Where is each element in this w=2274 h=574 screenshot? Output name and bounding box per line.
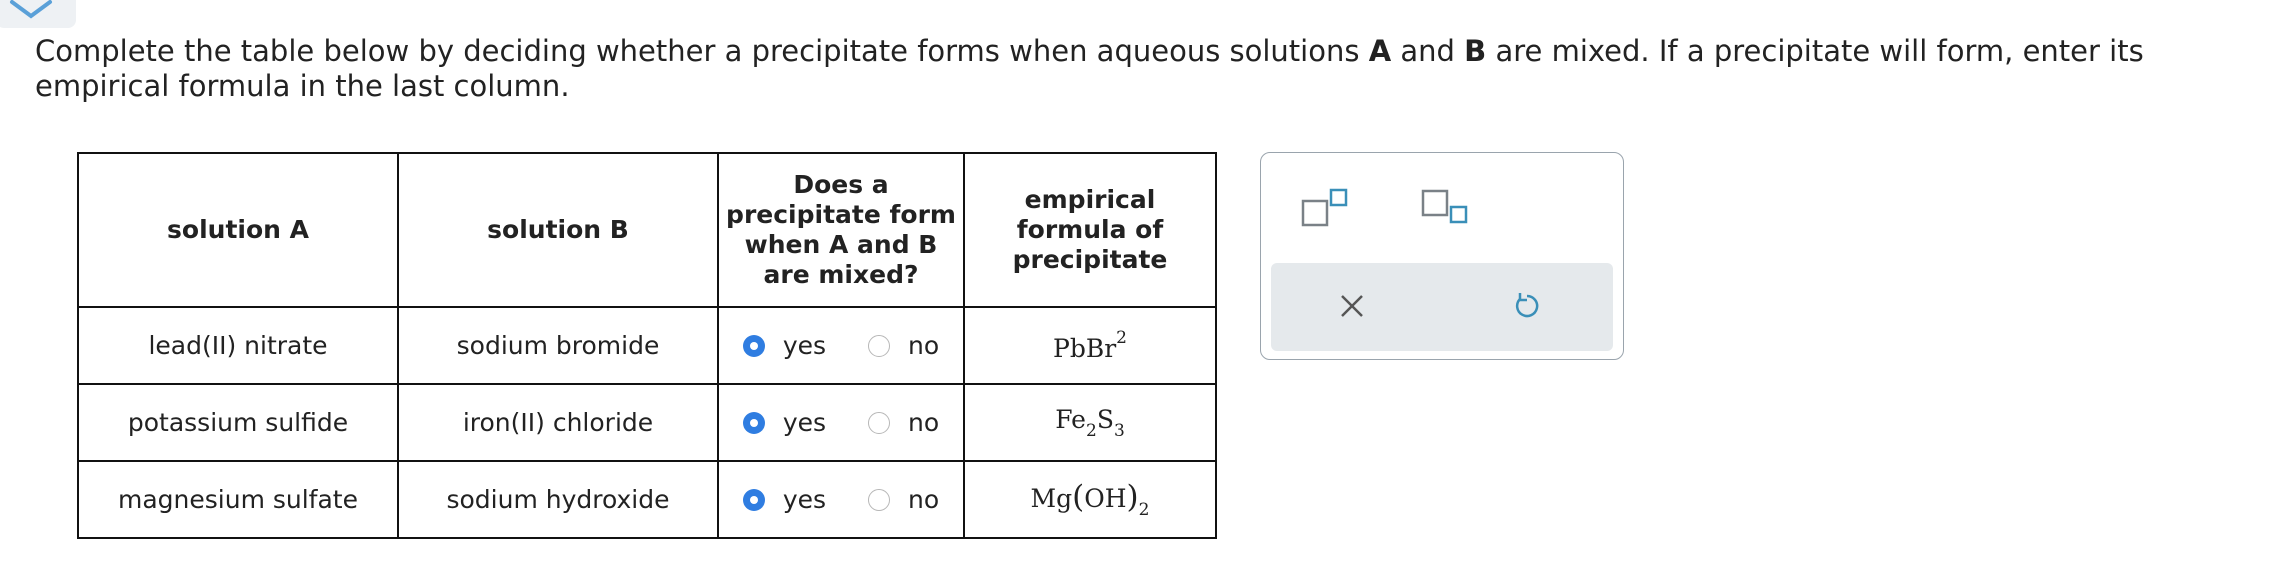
formula-answer: PbBr2: [1053, 328, 1127, 363]
header-line: precipitate form: [726, 200, 956, 229]
formula-answer-cell[interactable]: Fe2S3: [963, 383, 1217, 462]
chevron-down-icon: [10, 0, 52, 19]
question-prompt: Complete the table below by deciding whe…: [35, 34, 2235, 104]
precipitate-table: solution A solution B Does a precipitate…: [77, 152, 1217, 539]
formula-answer-cell[interactable]: Mg(OH)2: [963, 460, 1217, 539]
formula-subscript: 3: [1113, 420, 1125, 441]
formula-element: S: [1096, 404, 1114, 434]
header-solution-a: solution A: [77, 152, 399, 308]
header-line: precipitate: [1012, 245, 1168, 274]
solution-a-cell: potassium sulfide: [77, 383, 399, 462]
formula-superscript: 2: [1116, 328, 1127, 348]
header-line: Does a: [793, 170, 889, 199]
collapse-tab[interactable]: [0, 0, 76, 28]
prompt-text: and: [1391, 34, 1465, 68]
no-label: no: [908, 408, 940, 437]
header-line: empirical: [1024, 185, 1156, 214]
open-paren: (: [1072, 479, 1085, 515]
clear-icon[interactable]: [1339, 293, 1365, 323]
solution-b-cell: sodium bromide: [397, 306, 719, 385]
table-row: potassium sulfide iron(II) chloride yes …: [77, 383, 1217, 462]
no-radio[interactable]: [868, 334, 891, 357]
yes-label: yes: [782, 331, 827, 360]
table-row: magnesium sulfate sodium hydroxide yes n…: [77, 460, 1217, 539]
yes-radio[interactable]: [742, 411, 765, 434]
no-label: no: [908, 331, 940, 360]
yes-label: yes: [782, 408, 827, 437]
solution-b-cell: sodium hydroxide: [397, 460, 719, 539]
table-header-row: solution A solution B Does a precipitate…: [77, 152, 1217, 308]
no-radio[interactable]: [868, 488, 891, 511]
yes-radio[interactable]: [742, 334, 765, 357]
header-precipitate-question: Does a precipitate form when A and B are…: [717, 152, 965, 308]
formula-answer: Mg(OH)2: [1031, 479, 1150, 520]
close-paren: ): [1126, 479, 1139, 515]
prompt-solution-b: B: [1464, 34, 1487, 68]
superscript-icon[interactable]: [1301, 187, 1349, 233]
header-line: are mixed?: [763, 260, 919, 289]
solution-a-cell: lead(II) nitrate: [77, 306, 399, 385]
undo-icon[interactable]: [1511, 290, 1543, 326]
solution-b-cell: iron(II) chloride: [397, 383, 719, 462]
formula-element: Mg: [1030, 484, 1073, 513]
math-input-palette: [1260, 152, 1624, 360]
subscript-icon[interactable]: [1421, 187, 1469, 233]
precipitate-choice-cell: yes no: [717, 306, 965, 385]
prompt-solution-a: A: [1368, 34, 1392, 68]
formula-answer: Fe2S3: [1055, 405, 1125, 441]
table-row: lead(II) nitrate sodium bromide yes no P…: [77, 306, 1217, 385]
header-solution-b: solution B: [397, 152, 719, 308]
formula-element: Pb: [1053, 334, 1086, 363]
precipitate-choice-cell: yes no: [717, 383, 965, 462]
no-label: no: [908, 485, 940, 514]
formula-element: Fe: [1055, 404, 1086, 434]
header-line: when A and B: [744, 230, 938, 259]
formula-group: OH: [1084, 484, 1127, 513]
formula-answer-cell[interactable]: PbBr2: [963, 306, 1217, 385]
precipitate-choice-cell: yes no: [717, 460, 965, 539]
formula-subscript: 2: [1138, 500, 1150, 520]
formula-element: Br: [1085, 334, 1117, 363]
header-empirical-formula: empirical formula of precipitate: [963, 152, 1217, 308]
header-line: formula of: [1016, 215, 1164, 244]
yes-radio[interactable]: [742, 488, 765, 511]
yes-label: yes: [782, 485, 827, 514]
no-radio[interactable]: [868, 411, 891, 434]
prompt-text: Complete the table below by deciding whe…: [35, 34, 1369, 68]
palette-action-bar: [1271, 263, 1613, 351]
formula-subscript: 2: [1085, 420, 1097, 441]
solution-a-cell: magnesium sulfate: [77, 460, 399, 539]
